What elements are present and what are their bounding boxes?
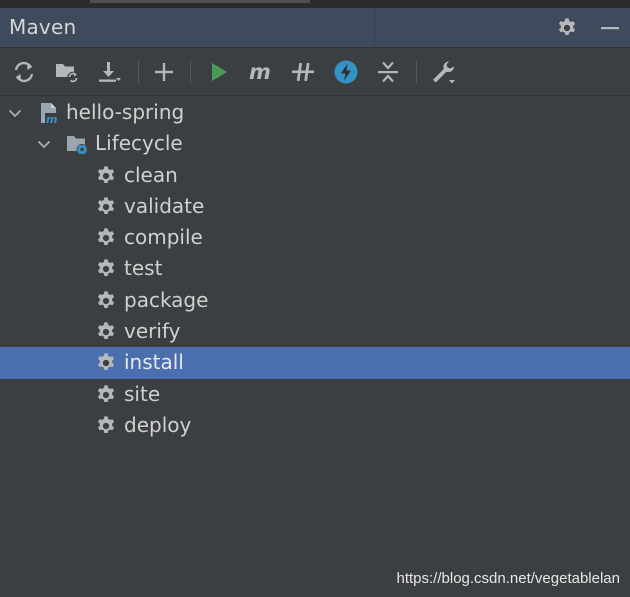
header-divider [374,8,375,48]
tree-row-goal-verify[interactable]: verify [0,316,630,347]
goal-label: install [124,350,184,375]
tree-row-goal-clean[interactable]: clean [0,160,630,191]
tool-window-header: Maven [0,8,630,48]
maven-m-icon[interactable]: m [248,59,274,85]
play-icon[interactable] [206,59,232,85]
project-label: hello-spring [66,100,185,124]
chevron-down-icon[interactable] [36,136,52,152]
goal-label: deploy [124,412,192,437]
editor-tab-strip [0,0,630,8]
tree-row-goal-compile[interactable]: compile [0,222,630,253]
offline-icon[interactable] [290,59,316,85]
lifecycle-label: Lifecycle [95,131,183,156]
lifecycle-folder-icon [67,136,88,156]
goal-label: validate [124,193,205,218]
gear-icon [95,196,117,218]
tree-row-goal-install[interactable]: install [0,347,630,379]
chevron-down-icon[interactable] [7,105,23,121]
goal-label: clean [124,162,178,187]
toolbar-separator [416,60,417,84]
tree-row-project[interactable]: m hello-spring [0,97,630,128]
lightning-icon[interactable] [333,59,359,85]
tab-indicator [90,0,310,3]
gear-icon [95,321,117,343]
gear-icon [95,227,117,249]
svg-text:m: m [249,60,271,84]
goal-label: test [124,256,163,281]
goal-label: package [124,287,209,312]
maven-projects-tree: m hello-spring Lifecycle clean validate … [0,97,630,441]
watermark-text: https://blog.csdn.net/vegetablelan [396,570,621,587]
download-icon[interactable] [96,59,122,85]
minus-icon[interactable] [599,17,621,39]
gear-icon [95,290,117,312]
toolbar-separator [190,60,191,84]
maven-toolbar: m [0,48,630,96]
tree-row-goal-test[interactable]: test [0,253,630,284]
folder-refresh-icon[interactable] [54,59,80,85]
maven-project-icon: m [41,103,60,124]
gear-icon[interactable] [556,17,578,39]
plus-icon[interactable] [151,59,177,85]
refresh-icon[interactable] [11,59,37,85]
gear-icon [95,384,117,406]
wrench-icon[interactable] [430,59,456,85]
gear-icon [95,352,117,374]
goal-label: site [124,381,161,406]
tree-row-lifecycle[interactable]: Lifecycle [0,128,630,159]
toolbar-separator [138,60,139,84]
goal-label: compile [124,225,203,250]
goal-label: verify [124,319,181,344]
svg-text:m: m [46,113,57,124]
gear-icon [95,165,117,187]
gear-icon [95,415,117,437]
tree-row-goal-package[interactable]: package [0,285,630,316]
maven-tool-window: Maven m m hello-spring Lifecycle clean v… [0,0,630,597]
tree-row-goal-site[interactable]: site [0,379,630,410]
tree-row-goal-validate[interactable]: validate [0,191,630,222]
tree-row-goal-deploy[interactable]: deploy [0,410,630,441]
collapse-icon[interactable] [375,59,401,85]
gear-icon [95,258,117,280]
panel-title: Maven [9,15,77,39]
